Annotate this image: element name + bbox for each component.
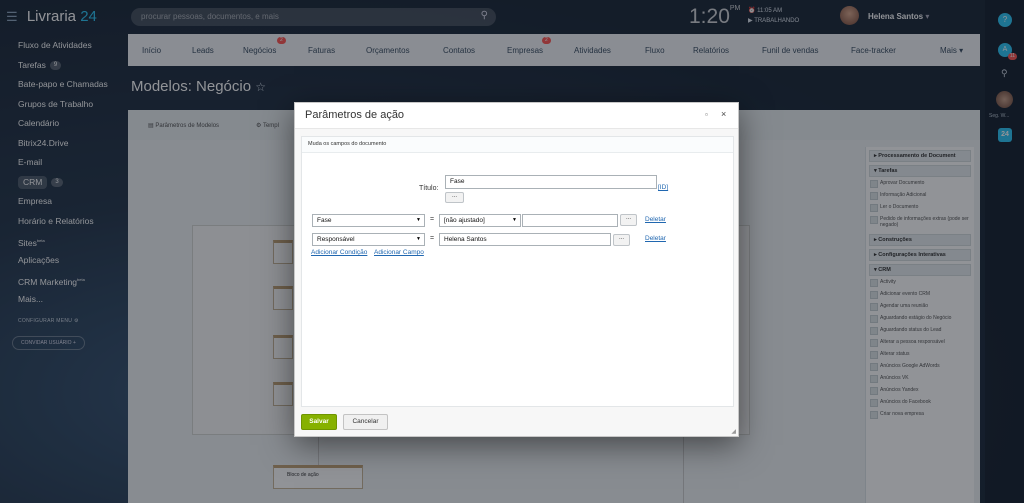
dropdown-arrow-icon: ▼ <box>512 217 517 223</box>
dialog-title: Parâmetros de ação <box>305 109 405 121</box>
dialog-description: Muda os campos do documento <box>302 137 733 153</box>
value-dots-button-1[interactable]: ... <box>620 214 637 226</box>
value-input-1[interactable] <box>522 214 618 227</box>
save-button[interactable]: Salvar <box>301 414 337 430</box>
resize-grip-icon[interactable]: ◢ <box>731 428 736 435</box>
title-input-value: Fase <box>450 178 465 185</box>
dialog-body: Muda os campos do documento Título: Fase… <box>301 136 734 407</box>
field-select-1[interactable]: Fase ▼ <box>312 214 425 227</box>
dialog-footer: Salvar Cancelar ◢ <box>295 409 738 437</box>
value-dots-button-2[interactable]: ... <box>613 234 630 246</box>
delete-link-1[interactable]: Deletar <box>645 216 666 223</box>
delete-link-2[interactable]: Deletar <box>645 235 666 242</box>
field-select-2-value: Responsável <box>317 236 355 243</box>
add-field-link[interactable]: Adicionar Campo <box>374 249 424 256</box>
value-input-2[interactable]: Helena Santos <box>439 233 611 246</box>
maximize-icon[interactable]: ▫ <box>705 110 708 119</box>
dropdown-arrow-icon: ▼ <box>416 217 421 223</box>
value-input-2-text: Helena Santos <box>444 236 487 243</box>
close-icon[interactable]: × <box>721 109 726 119</box>
action-params-dialog: Parâmetros de ação ▫ × Muda os campos do… <box>294 102 739 437</box>
equals-sign: = <box>430 216 435 223</box>
field-select-2[interactable]: Responsável ▼ <box>312 233 425 246</box>
title-input[interactable]: Fase <box>445 175 657 189</box>
equals-sign: = <box>430 235 435 242</box>
title-dots-button[interactable]: ... <box>445 192 464 203</box>
value-select-1[interactable]: [não ajustado] ▼ <box>439 214 521 227</box>
id-link[interactable]: [ID] <box>658 184 668 191</box>
field-select-1-value: Fase <box>317 217 332 224</box>
value-select-1-value: [não ajustado] <box>444 217 485 224</box>
dropdown-arrow-icon: ▼ <box>416 236 421 242</box>
cancel-button[interactable]: Cancelar <box>343 414 388 430</box>
title-label: Título: <box>419 185 439 192</box>
add-condition-link[interactable]: Adicionar Condição <box>311 249 367 256</box>
dialog-header[interactable]: Parâmetros de ação ▫ × <box>295 103 738 129</box>
